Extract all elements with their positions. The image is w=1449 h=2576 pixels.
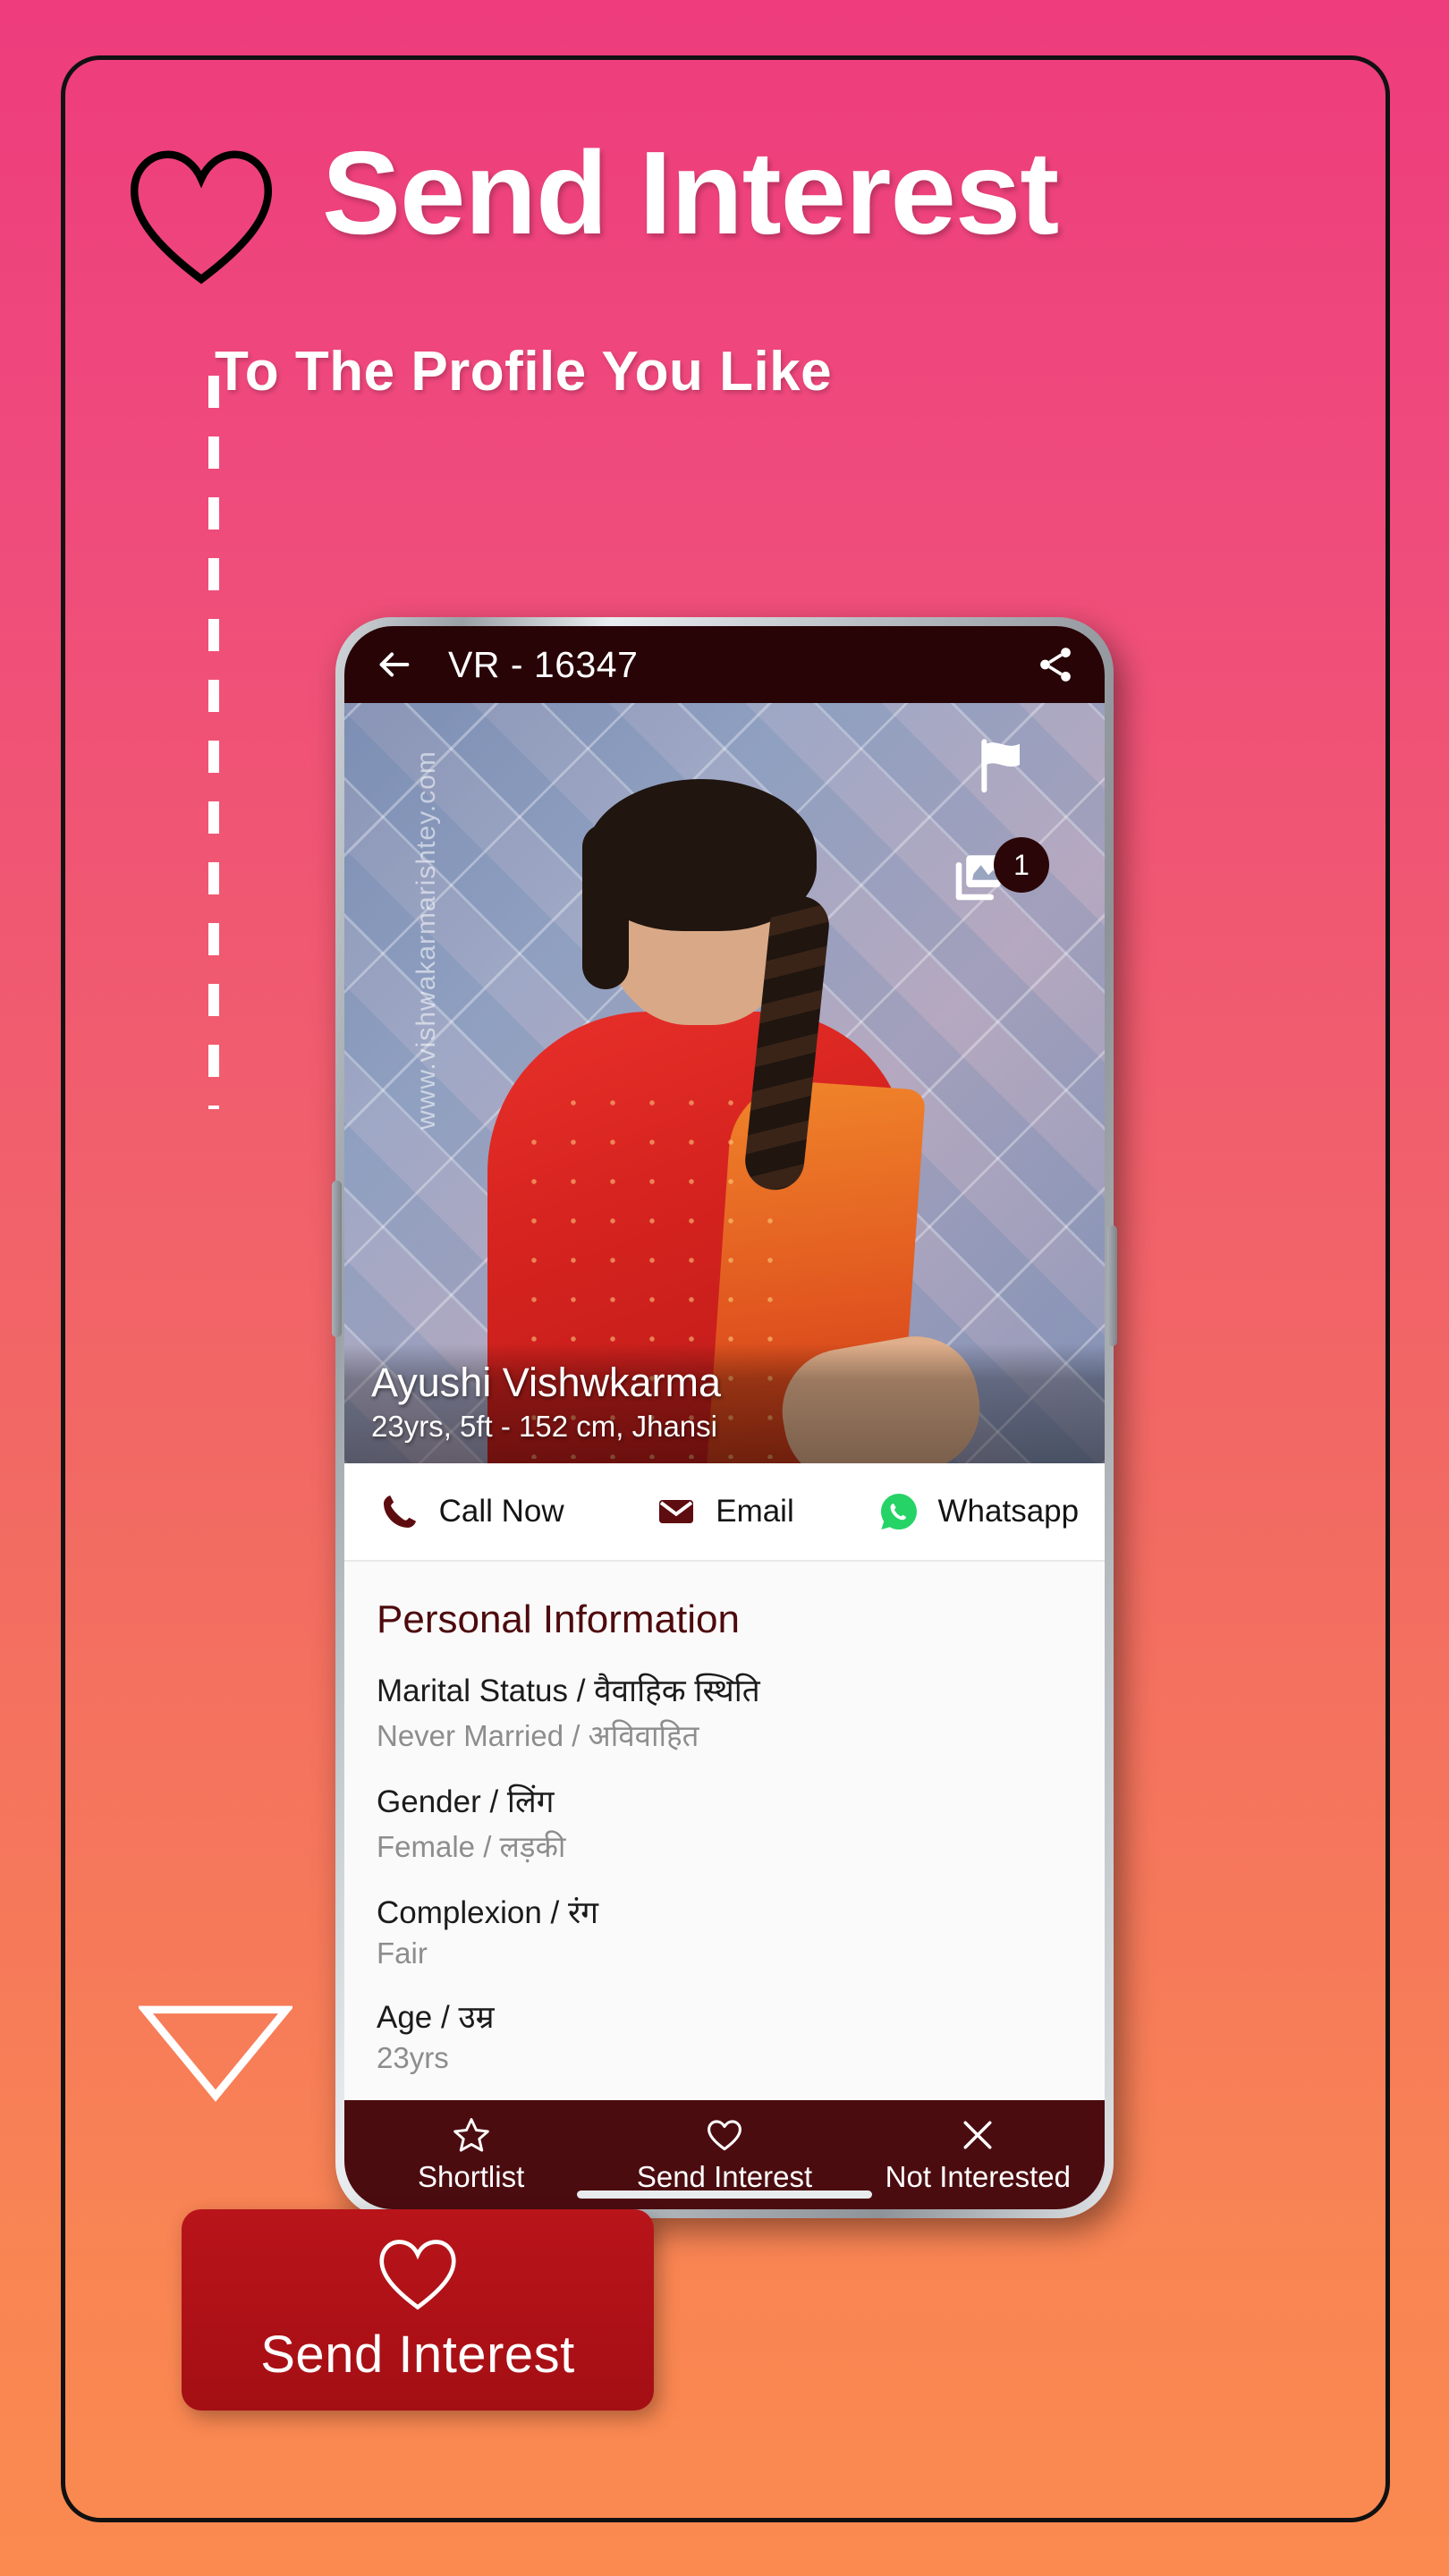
send-interest-callout-label: Send Interest bbox=[260, 2326, 575, 2384]
phone-screen: VR - 16347 www.vishwakarmarishtey.com 1 … bbox=[344, 626, 1105, 2209]
photo-watermark: www.vishwakarmarishtey.com bbox=[411, 750, 441, 1130]
detail-field-complexion: Complexion / रंग Fair bbox=[377, 1891, 1072, 1970]
heart-outline-icon bbox=[130, 150, 273, 284]
field-label: Age / उम्र bbox=[377, 2000, 495, 2035]
profile-name-overlay: Ayushi Vishwkarma 23yrs, 5ft - 152 cm, J… bbox=[344, 1343, 1105, 1463]
profile-name: Ayushi Vishwkarma bbox=[371, 1360, 722, 1405]
field-label: Complexion / रंग bbox=[377, 1895, 599, 1930]
field-value: Fair bbox=[377, 1936, 428, 1970]
heart-outline-icon bbox=[708, 2120, 741, 2151]
detail-field-gender: Gender / लिंग Female / लड़की bbox=[377, 1780, 1072, 1866]
nav-item-shortlist[interactable]: Shortlist bbox=[344, 2115, 597, 2194]
detail-field-marital-status: Marital Status / वैवाहिक स्थिति Never Ma… bbox=[377, 1669, 1072, 1755]
section-title: Personal Information bbox=[377, 1597, 740, 1641]
email-label: Email bbox=[716, 1494, 794, 1529]
star-outline-icon bbox=[453, 2118, 489, 2152]
flag-icon[interactable] bbox=[976, 737, 1026, 792]
page-title: Send Interest bbox=[322, 127, 1059, 258]
call-now-label: Call Now bbox=[438, 1494, 564, 1529]
profile-photo[interactable]: www.vishwakarmarishtey.com 1 Ayushi Vish… bbox=[344, 703, 1105, 1463]
nav-item-send-interest[interactable]: Send Interest bbox=[597, 2115, 851, 2194]
close-x-icon bbox=[963, 2121, 992, 2149]
phone-side-button-left bbox=[332, 1181, 342, 1337]
nav-item-not-interested[interactable]: Not Interested bbox=[852, 2115, 1105, 2194]
gallery-indicator[interactable]: 1 bbox=[949, 837, 1049, 916]
bottom-navigation-bar: Shortlist Send Interest Not Interested bbox=[344, 2100, 1105, 2209]
field-label: Gender / लिंग bbox=[377, 1784, 555, 1819]
nav-label: Send Interest bbox=[636, 2160, 813, 2193]
field-value: 23yrs bbox=[377, 2041, 449, 2074]
whatsapp-icon bbox=[880, 1494, 917, 1530]
whatsapp-button[interactable]: Whatsapp bbox=[852, 1490, 1105, 1533]
phone-mockup: VR - 16347 www.vishwakarmarishtey.com 1 … bbox=[332, 617, 1117, 2218]
email-button[interactable]: Email bbox=[597, 1490, 851, 1533]
field-value: Never Married / अविवाहित bbox=[377, 1719, 699, 1752]
phone-icon bbox=[383, 1496, 416, 1528]
phone-side-button-right bbox=[1107, 1225, 1117, 1346]
dashed-pointer-line bbox=[208, 376, 219, 1109]
promo-headline-row: Send Interest bbox=[107, 127, 1306, 295]
nav-label: Shortlist bbox=[418, 2160, 525, 2193]
field-value: Female / लड़की bbox=[377, 1830, 566, 1863]
app-bar: VR - 16347 bbox=[344, 626, 1105, 703]
profile-id-title: VR - 16347 bbox=[448, 643, 639, 685]
field-label: Marital Status / वैवाहिक स्थिति bbox=[377, 1674, 760, 1708]
send-interest-callout-button[interactable]: Send Interest bbox=[182, 2209, 654, 2411]
contact-actions-row: Call Now Email Whatsapp bbox=[344, 1463, 1105, 1562]
share-icon[interactable] bbox=[1035, 644, 1076, 685]
page-subtitle: To The Profile You Like bbox=[215, 341, 833, 402]
detail-field-age: Age / उम्र 23yrs bbox=[377, 1996, 1072, 2075]
personal-information-section: Personal Information Marital Status / वै… bbox=[344, 1562, 1105, 2100]
nav-label: Not Interested bbox=[885, 2160, 1071, 2193]
gallery-count-badge: 1 bbox=[994, 837, 1049, 893]
envelope-icon bbox=[659, 1500, 694, 1523]
whatsapp-label: Whatsapp bbox=[937, 1494, 1080, 1529]
heart-outline-icon bbox=[379, 2240, 456, 2310]
profile-meta: 23yrs, 5ft - 152 cm, Jhansi bbox=[371, 1410, 717, 1443]
call-now-button[interactable]: Call Now bbox=[344, 1490, 597, 1533]
home-indicator bbox=[577, 2190, 872, 2199]
back-arrow-icon[interactable] bbox=[373, 644, 414, 685]
triangle-down-arrow-icon bbox=[139, 2005, 292, 2102]
